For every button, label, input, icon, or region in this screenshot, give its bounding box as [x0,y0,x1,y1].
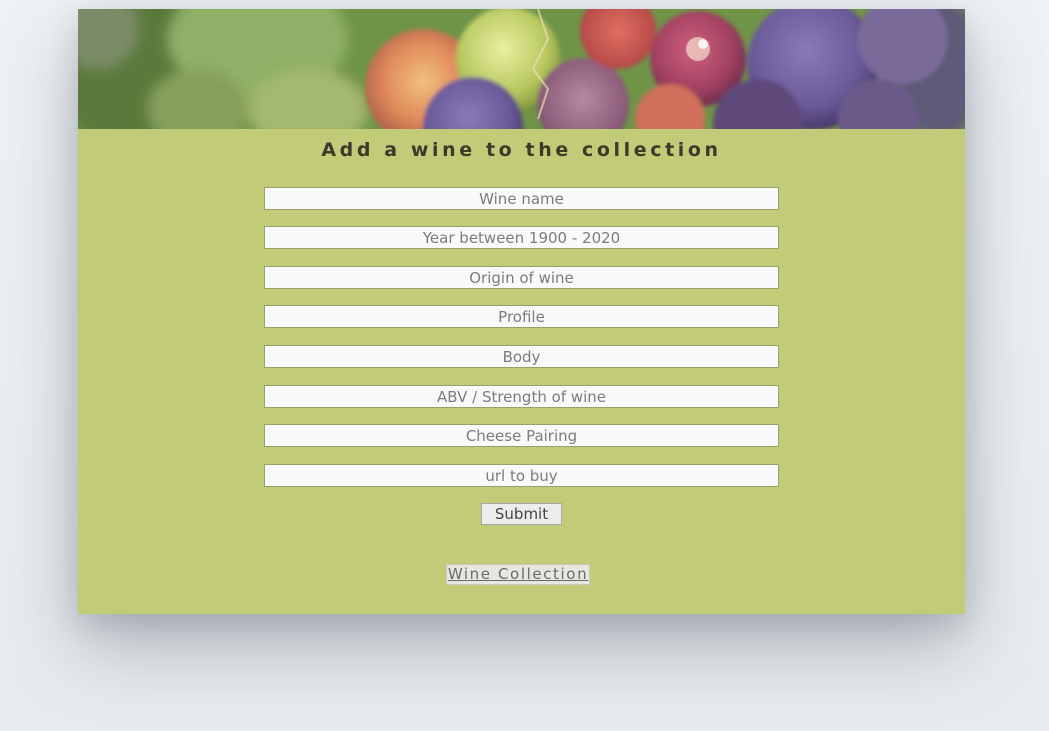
form-card: Add a wine to the collection Submit Wine… [78,9,965,614]
abv-field[interactable] [264,385,779,408]
form-title: Add a wine to the collection [321,139,722,161]
wine-collection-link[interactable]: Wine Collection [446,564,590,585]
origin-field[interactable] [264,266,779,289]
profile-field[interactable] [264,305,779,328]
grapes-hero-image [78,9,965,129]
wine-name-field[interactable] [264,187,779,210]
year-field[interactable] [264,226,779,249]
submit-button[interactable]: Submit [481,503,562,525]
cheese-pairing-field[interactable] [264,424,779,447]
body-field[interactable] [264,345,779,368]
url-field[interactable] [264,464,779,487]
